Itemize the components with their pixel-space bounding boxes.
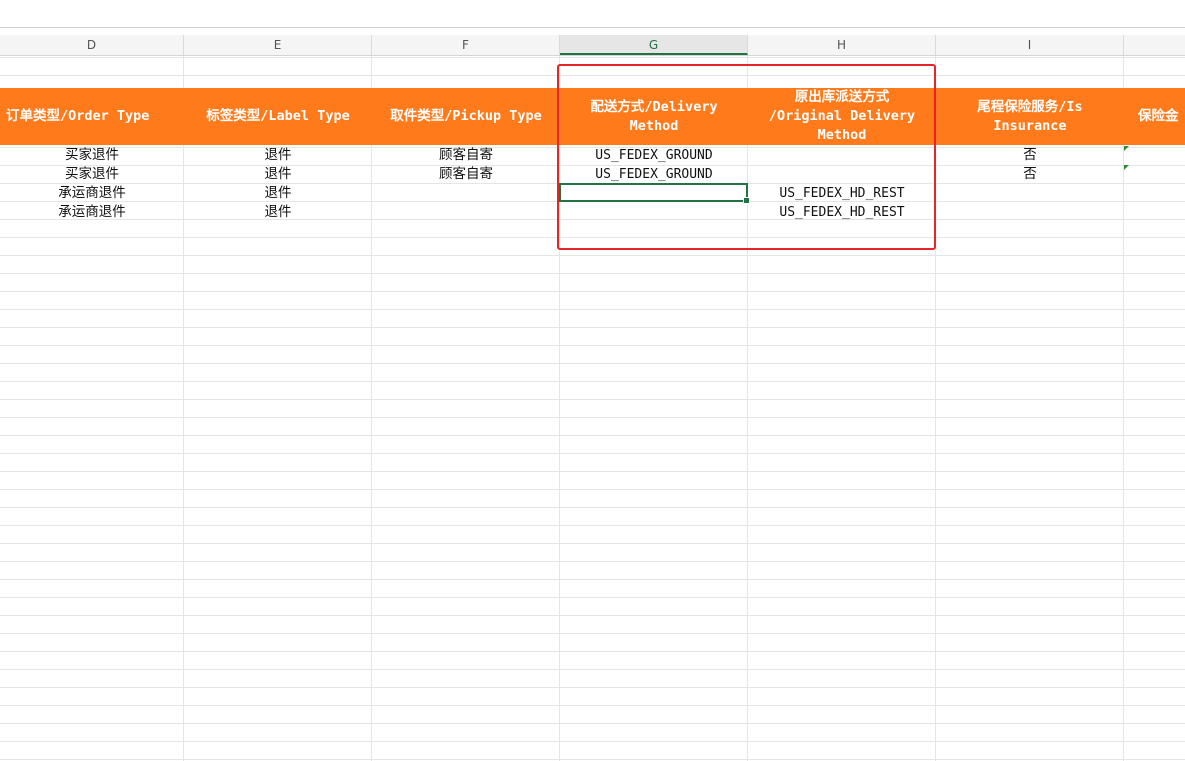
column-header-j[interactable] xyxy=(1124,35,1185,55)
cell-label-type[interactable]: 退件 xyxy=(184,203,372,222)
annotation-highlight-box xyxy=(557,64,936,250)
column-header-h[interactable]: H xyxy=(748,35,936,55)
header-is-insurance[interactable]: 尾程保险服务/Is Insurance xyxy=(936,88,1124,145)
cell-is-insurance[interactable] xyxy=(936,184,1124,203)
cell-order-type[interactable]: 买家退件 xyxy=(0,165,184,184)
cell-pickup-type[interactable]: 顾客自寄 xyxy=(372,165,560,184)
cell-order-type[interactable]: 承运商退件 xyxy=(0,184,184,203)
column-header-f[interactable]: F xyxy=(372,35,560,55)
cell-pickup-type[interactable] xyxy=(372,184,560,203)
cell-order-type[interactable]: 承运商退件 xyxy=(0,203,184,222)
toolbar-area xyxy=(0,0,1185,28)
cell-pickup-type[interactable] xyxy=(372,203,560,222)
column-header-bar: D E F G H I xyxy=(0,35,1185,56)
cell-label-type[interactable]: 退件 xyxy=(184,146,372,165)
cell-label-type[interactable]: 退件 xyxy=(184,165,372,184)
cell-order-type[interactable]: 买家退件 xyxy=(0,146,184,165)
column-header-e[interactable]: E xyxy=(184,35,372,55)
header-insurance-amount[interactable]: 保险金 xyxy=(1124,88,1185,145)
header-order-type[interactable]: 订单类型/Order Type xyxy=(0,88,184,145)
column-header-d[interactable]: D xyxy=(0,35,184,55)
comment-indicator-icon[interactable] xyxy=(1124,146,1129,151)
column-header-i[interactable]: I xyxy=(936,35,1124,55)
cell-is-insurance[interactable] xyxy=(936,203,1124,222)
formula-bar-gap xyxy=(0,28,1185,35)
cell-pickup-type[interactable]: 顾客自寄 xyxy=(372,146,560,165)
comment-indicator-icon[interactable] xyxy=(1124,165,1129,170)
cell-is-insurance[interactable]: 否 xyxy=(936,165,1124,184)
header-label-type[interactable]: 标签类型/Label Type xyxy=(184,88,372,145)
cell-is-insurance[interactable]: 否 xyxy=(936,146,1124,165)
cell-label-type[interactable]: 退件 xyxy=(184,184,372,203)
header-pickup-type[interactable]: 取件类型/Pickup Type xyxy=(372,88,560,145)
column-header-g[interactable]: G xyxy=(560,35,748,55)
